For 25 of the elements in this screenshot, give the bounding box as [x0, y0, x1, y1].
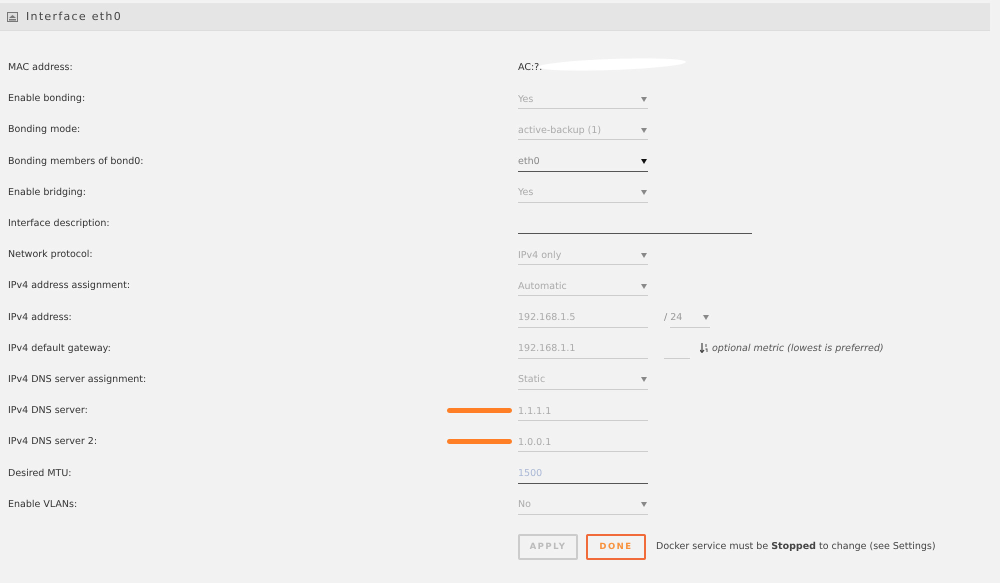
- network-icon: [7, 12, 18, 22]
- select-field[interactable]: eth0: [518, 150, 648, 172]
- mac-value: AC:?.: [518, 62, 542, 74]
- field-label: Enable bonding:: [7, 93, 86, 104]
- panel-title: Interface eth0: [26, 10, 122, 23]
- input-field[interactable]: 1500: [518, 462, 648, 484]
- field-label: Interface description:: [7, 218, 111, 230]
- field-label: Enable VLANs:: [7, 498, 78, 510]
- field-label: Enable bridging:: [7, 186, 87, 198]
- done-button[interactable]: DONE: [586, 534, 646, 560]
- slash-separator: /: [664, 312, 668, 323]
- field-label: MAC address:: [7, 62, 74, 74]
- metric-hint: optional metric (lowest is preferred): [712, 342, 884, 354]
- field-label: IPv4 address assignment:: [7, 280, 132, 292]
- docker-note: Docker service must be Stopped to change (see Settings): [656, 541, 936, 552]
- field-label: IPv4 address:: [7, 312, 73, 323]
- field-label: IPv4 default gateway:: [7, 342, 112, 354]
- field-label: IPv4 DNS server 2:: [7, 436, 98, 448]
- field-label: IPv4 DNS server:: [7, 405, 89, 416]
- field-label: Bonding mode:: [7, 124, 82, 136]
- sort-icon: [700, 343, 708, 354]
- field-label: Bonding members of bond0:: [7, 156, 145, 167]
- field-label: IPv4 DNS server assignment:: [7, 374, 148, 385]
- field-label: Desired MTU:: [7, 468, 72, 479]
- field-label: Network protocol:: [7, 249, 94, 260]
